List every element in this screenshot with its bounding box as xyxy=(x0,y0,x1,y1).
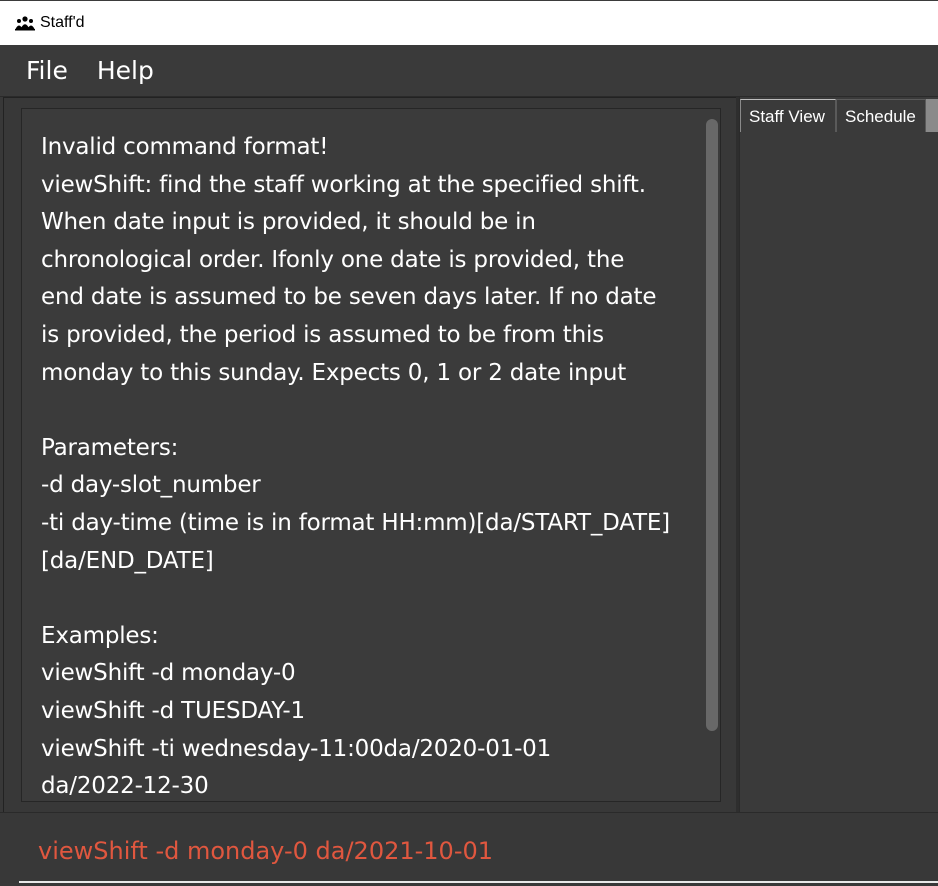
command-input[interactable] xyxy=(19,821,938,883)
view-pane: Staff View Schedule xyxy=(739,97,938,812)
tab-bar: Staff View Schedule xyxy=(740,99,938,132)
result-line: viewShift -d TUESDAY-1 xyxy=(41,697,305,724)
result-line: Examples: xyxy=(41,622,159,649)
result-line: chronological order. Ifonly one date is … xyxy=(41,246,625,273)
result-line: -ti day-time (time is in format HH:mm)[d… xyxy=(41,509,670,536)
title-bar[interactable]: Staff'd xyxy=(0,0,938,45)
main-area: Invalid command format! viewShift: find … xyxy=(0,97,938,813)
window-title: Staff'd xyxy=(40,14,85,31)
tab-schedule[interactable]: Schedule xyxy=(836,99,926,132)
tab-overflow-button[interactable] xyxy=(926,99,938,132)
command-area xyxy=(0,812,938,886)
result-line: is provided, the period is assumed to be… xyxy=(41,321,604,348)
result-line: When date input is provided, it should b… xyxy=(41,209,536,236)
result-line: viewShift -d monday-0 xyxy=(41,660,296,687)
scrollbar-thumb[interactable] xyxy=(706,119,718,731)
result-display[interactable]: Invalid command format! viewShift: find … xyxy=(21,108,721,802)
menu-file[interactable]: File xyxy=(26,56,68,85)
result-line: monday to this sunday. Expects 0, 1 or 2… xyxy=(41,359,627,386)
result-line: -d day-slot_number xyxy=(41,472,261,499)
result-line: Parameters: xyxy=(41,434,179,461)
result-line: da/2022-12-30 xyxy=(41,773,209,800)
result-line: Invalid command format! xyxy=(41,134,329,160)
result-line: [da/END_DATE] xyxy=(41,547,214,574)
result-line: viewShift -ti wednesday-11:00da/2020-01-… xyxy=(41,735,552,762)
result-line: viewShift: find the staff working at the… xyxy=(41,171,646,198)
app-window: Staff'd File Help Invalid command format… xyxy=(0,0,938,886)
tab-staff-view[interactable]: Staff View xyxy=(740,99,836,132)
menu-help[interactable]: Help xyxy=(97,56,154,85)
result-scrollbar[interactable] xyxy=(706,119,718,731)
menu-bar: File Help xyxy=(0,45,938,97)
result-pane: Invalid command format! viewShift: find … xyxy=(3,97,737,813)
people-group-icon xyxy=(15,15,35,31)
result-line: end date is assumed to be seven days lat… xyxy=(41,284,657,311)
result-text: Invalid command format! viewShift: find … xyxy=(41,129,696,801)
